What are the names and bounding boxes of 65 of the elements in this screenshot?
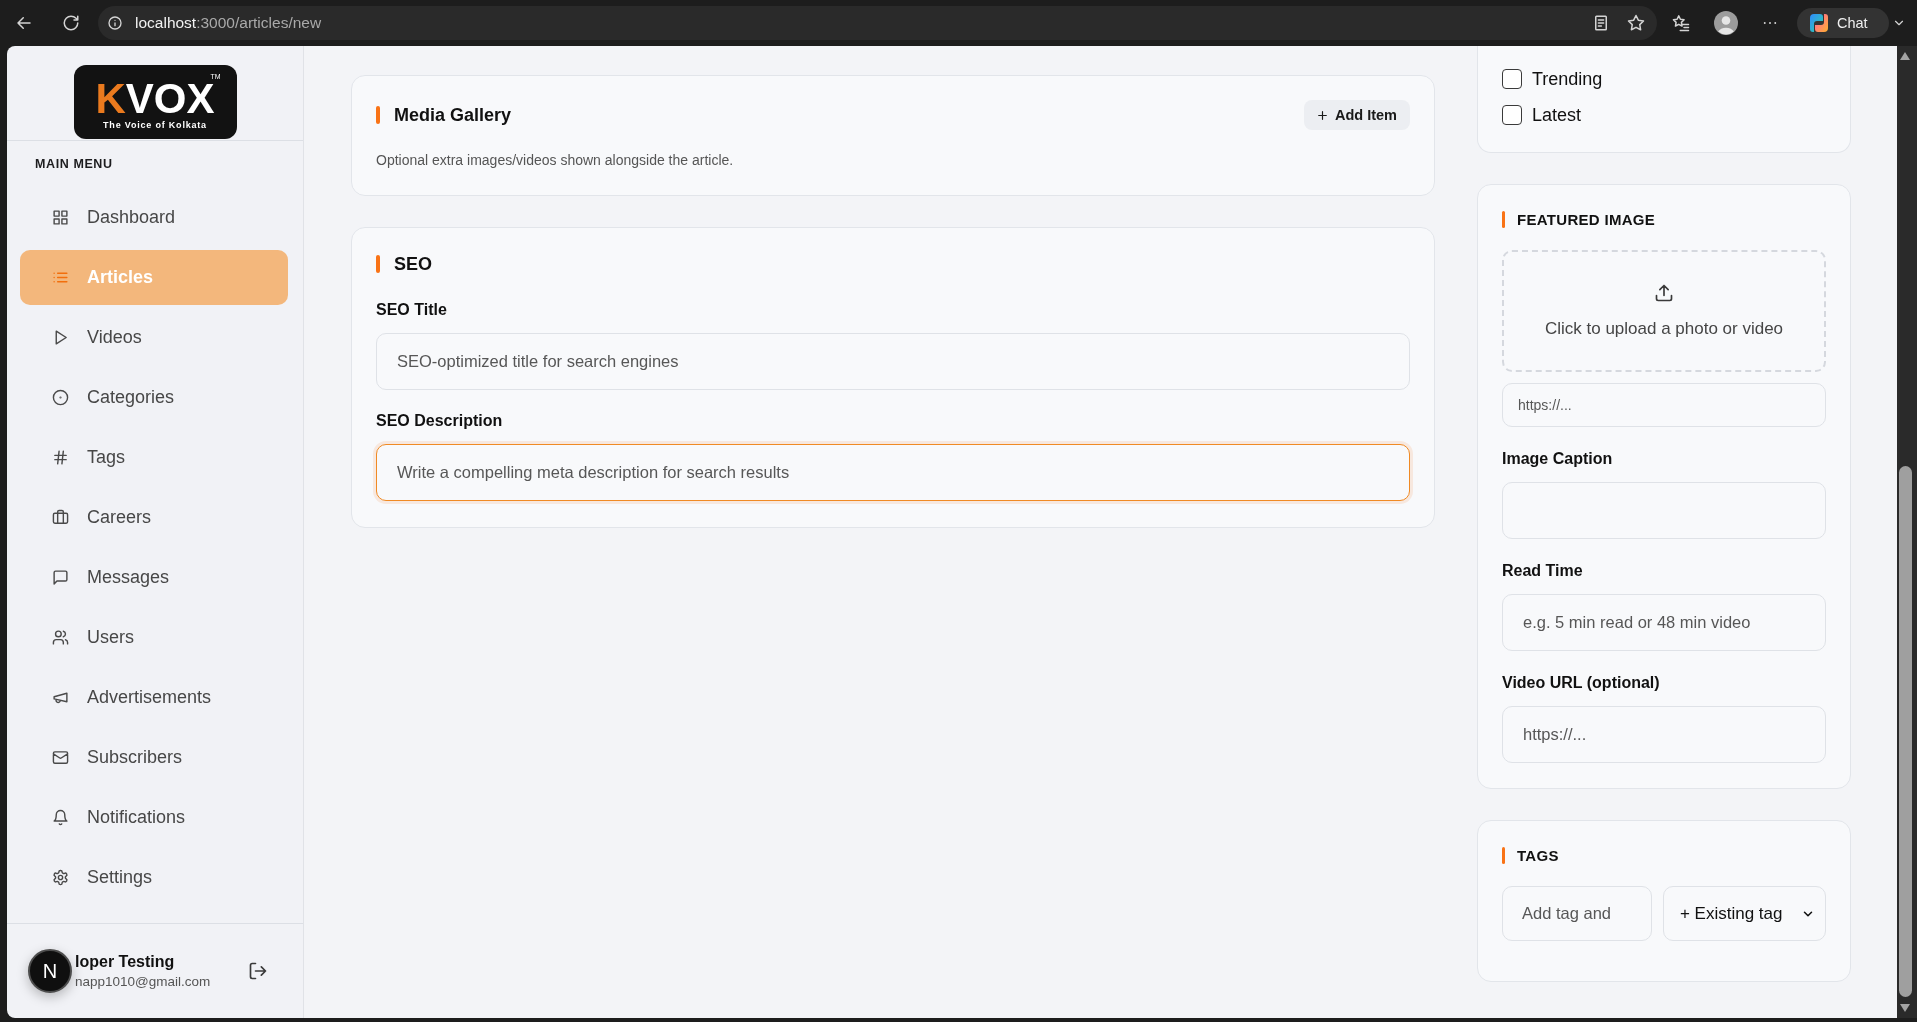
field-label: SEO Title (376, 301, 448, 319)
briefcase-icon (52, 509, 69, 526)
plus-icon (1315, 108, 1329, 122)
section-title: Media Gallery (394, 104, 512, 126)
address-bar[interactable]: localhost:3000/articles/new (98, 6, 1657, 40)
sidebar-nav-item[interactable]: Settings (20, 850, 288, 905)
favorites-icon[interactable] (1672, 14, 1690, 32)
users-icon (52, 629, 69, 646)
sidebar-nav-item[interactable]: Videos (20, 310, 288, 365)
back-arrow-icon[interactable] (15, 14, 33, 32)
checkbox[interactable] (1502, 69, 1522, 89)
sidebar-nav-item[interactable]: Dashboard (20, 190, 288, 245)
checkbox-label: Latest (1532, 104, 1582, 126)
chat-button[interactable]: Chat (1797, 8, 1889, 38)
accent-bar-icon (376, 106, 380, 124)
section-description: Optional extra images/videos shown alongside the article. (376, 151, 735, 169)
reload-icon[interactable] (62, 14, 80, 32)
upload-icon (1654, 283, 1674, 303)
scroll-up-icon[interactable] (1899, 51, 1911, 61)
field-label: Read Time (1502, 562, 1584, 580)
image-url-input[interactable]: https://... (1502, 383, 1826, 427)
section-title: TAGS (1517, 846, 1559, 864)
sidebar-nav-item[interactable]: Messages (20, 550, 288, 605)
checkbox-label: Trending (1532, 68, 1603, 90)
section-title: SEO (394, 253, 432, 275)
sidebar-nav-item[interactable]: Tags (20, 430, 288, 485)
sidebar-nav-item[interactable]: Categories (20, 370, 288, 425)
sidebar-nav-item[interactable]: Careers (20, 490, 288, 545)
info-icon[interactable] (107, 15, 123, 31)
menu-section-title: MAIN MENU (34, 156, 114, 171)
tag-select[interactable]: + Existing tag (1662, 886, 1826, 941)
logout-icon[interactable] (248, 961, 268, 981)
input-field[interactable]: Write a compelling meta description for search results (376, 444, 1410, 501)
logo-tagline: The Voice of Kolkata (103, 119, 207, 131)
star-icon[interactable] (1627, 14, 1645, 32)
accent-bar-icon (1502, 210, 1505, 228)
accent-bar-icon (376, 255, 380, 273)
user-email: napp1010@gmail.com (75, 973, 211, 990)
accent-bar-icon (1502, 846, 1505, 864)
sidebar-nav-item[interactable]: Users (20, 610, 288, 665)
section-title: FEATURED IMAGE (1517, 210, 1656, 228)
checkbox[interactable] (1502, 105, 1522, 125)
user-name: loper Testing (75, 952, 175, 971)
field-label: SEO Description (376, 412, 504, 430)
sidebar-nav-item[interactable]: Notifications (20, 790, 288, 845)
field-label: Video URL (optional) (1502, 674, 1661, 692)
bell-icon (52, 809, 69, 826)
grid-icon (52, 209, 69, 226)
logo-wordmark: KVOX (95, 79, 215, 118)
upload-dropzone[interactable]: Click to upload a photo or video (1502, 250, 1826, 372)
profile-avatar-icon[interactable] (1714, 11, 1738, 35)
envelope-icon (52, 749, 69, 766)
chat-logo-icon (1809, 13, 1829, 33)
reader-view-icon[interactable] (1592, 14, 1610, 32)
address-text: localhost:3000/articles/new (135, 14, 322, 32)
scrollbar-thumb[interactable] (1899, 466, 1912, 997)
scroll-down-icon[interactable] (1899, 1003, 1911, 1013)
field-label: Image Caption (1502, 450, 1614, 468)
sidebar-nav-item[interactable]: Subscribers (20, 730, 288, 785)
hash-icon (52, 449, 69, 466)
add-item-button[interactable]: Add Item (1303, 100, 1410, 130)
chat-bubble-icon (52, 569, 69, 586)
settings-icon (52, 869, 69, 886)
tag-input[interactable]: Add tag and (1502, 886, 1652, 941)
sidebar-nav-item[interactable]: Advertisements (20, 670, 288, 725)
